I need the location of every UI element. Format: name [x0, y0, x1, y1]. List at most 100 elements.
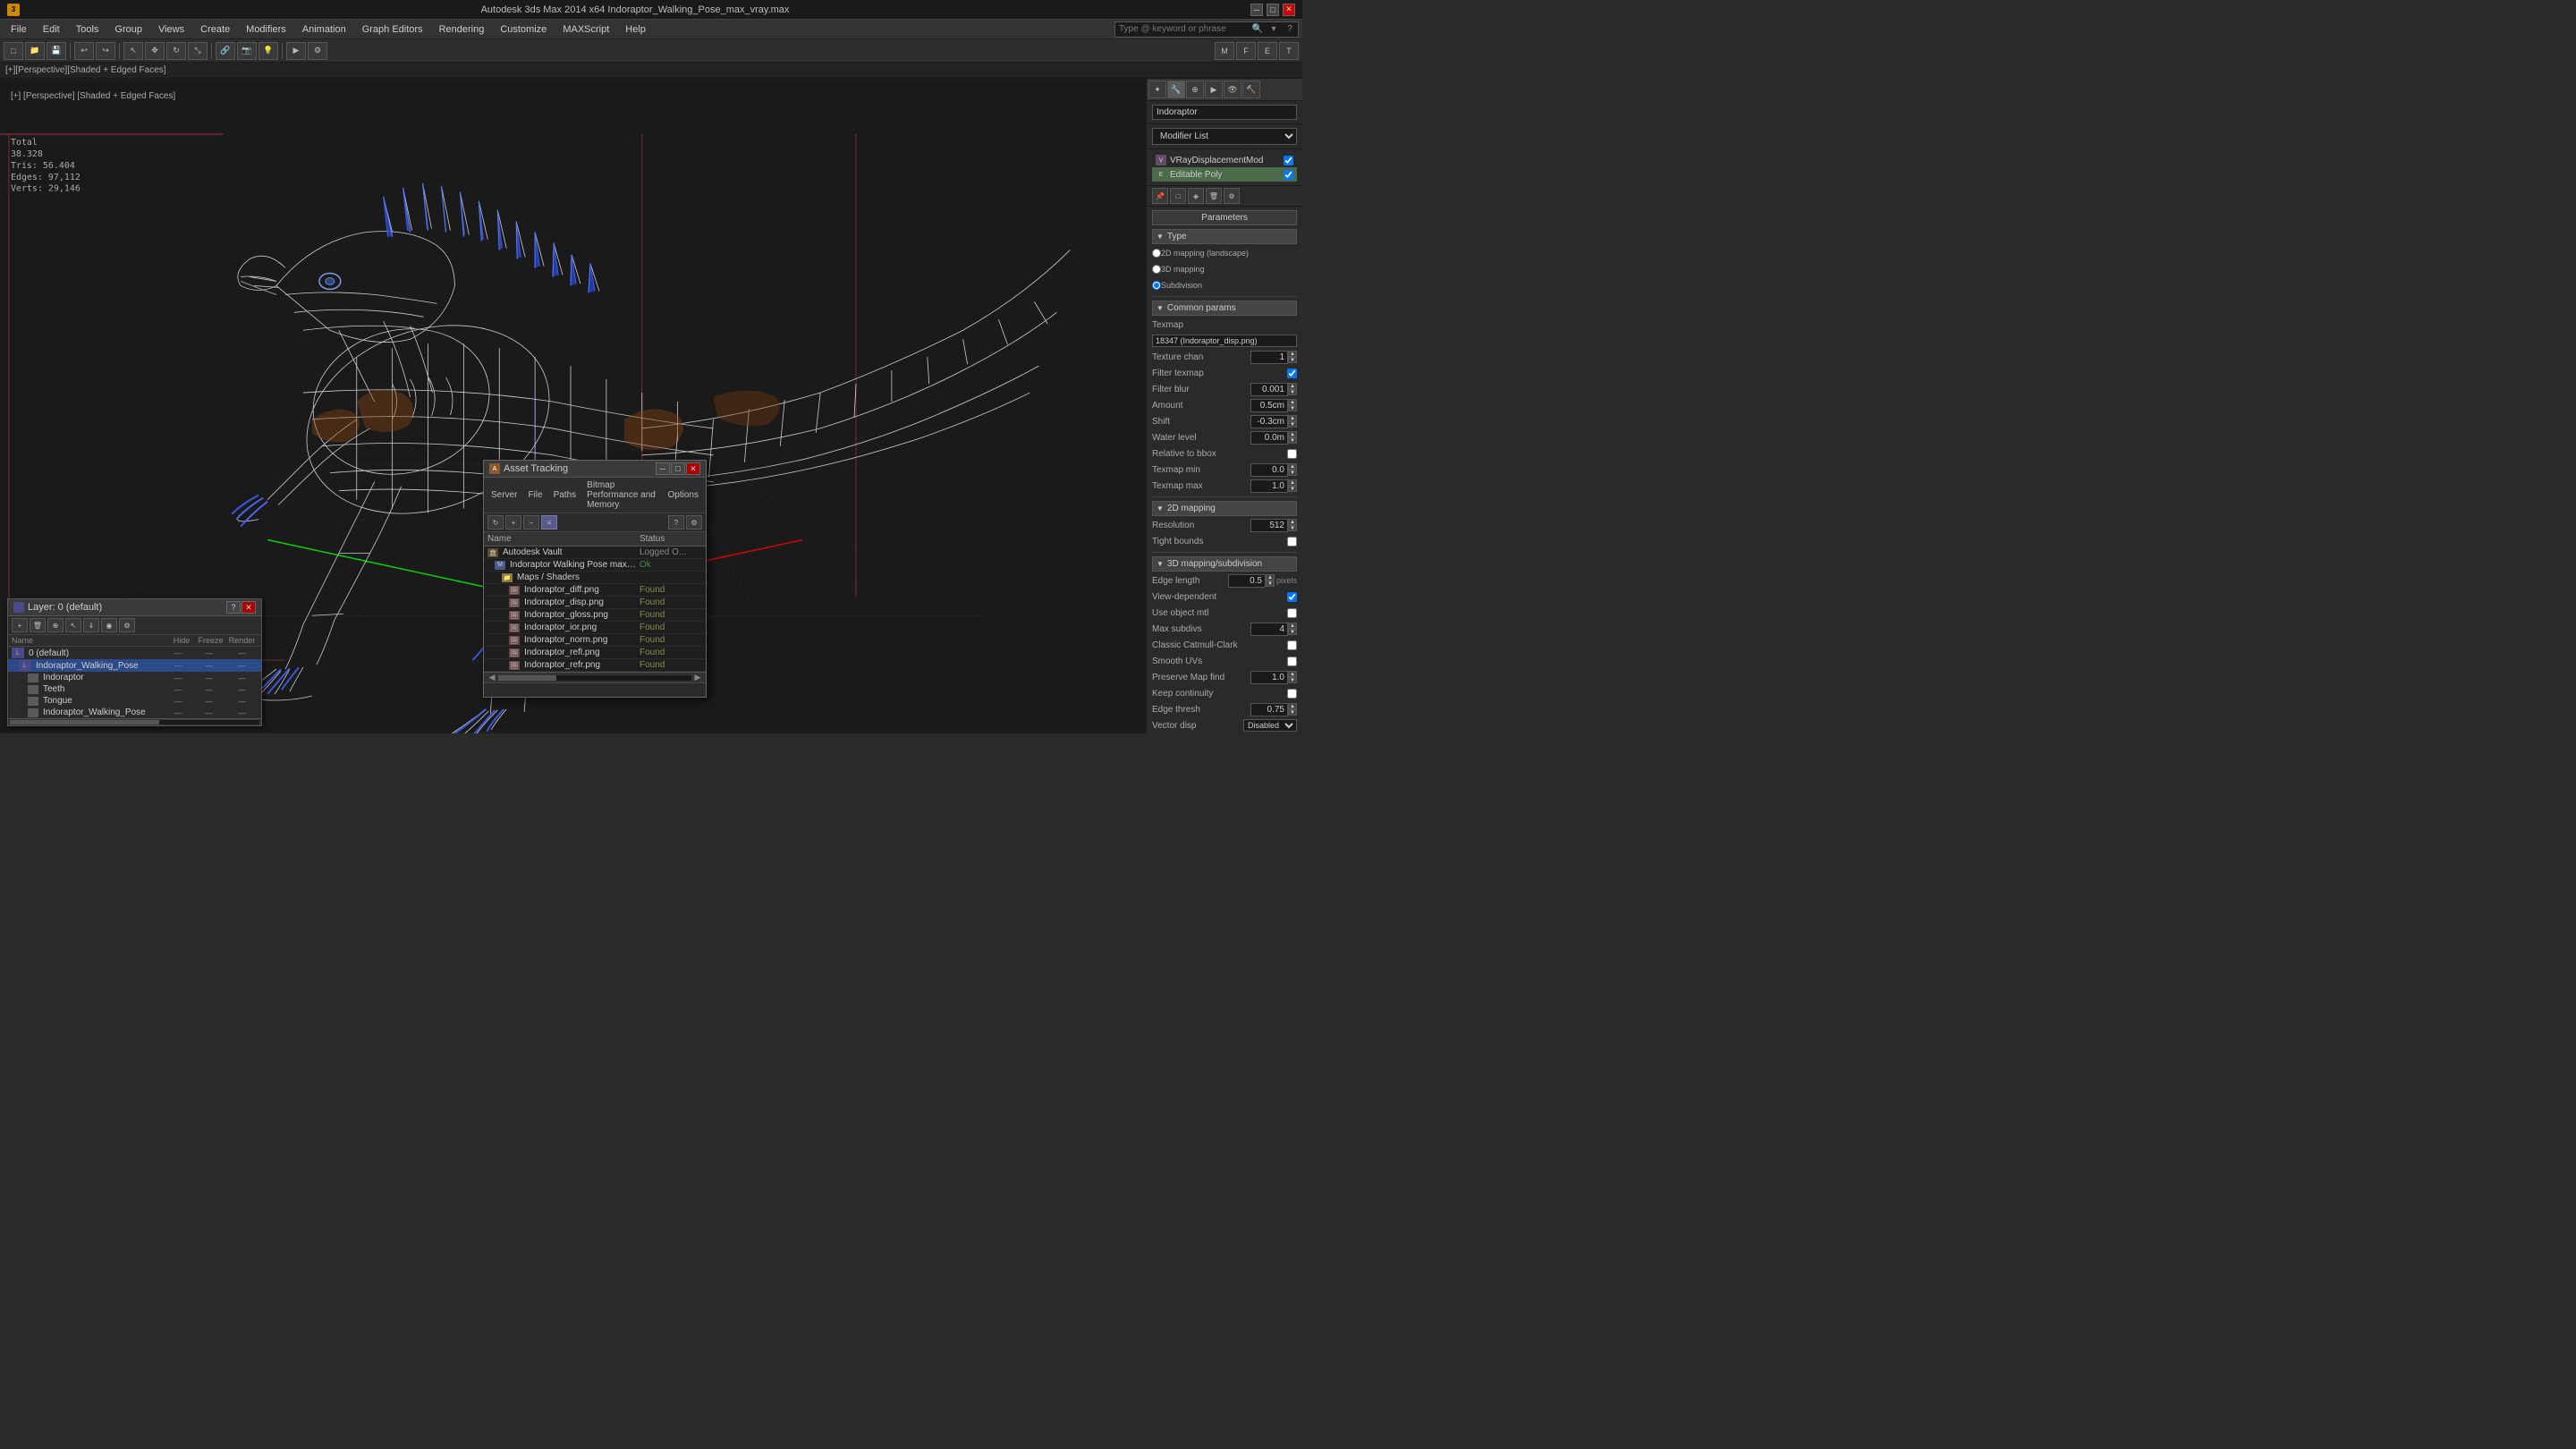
water-level-input[interactable]: [1250, 431, 1288, 445]
current-layer-btn[interactable]: ◉: [101, 618, 117, 632]
menu-edit[interactable]: Edit: [36, 22, 67, 37]
menu-help[interactable]: Help: [618, 22, 653, 37]
keep-continuity-checkbox[interactable]: [1287, 689, 1297, 699]
resolution-down[interactable]: ▼: [1288, 525, 1297, 531]
texmap-min-down[interactable]: ▼: [1288, 470, 1297, 476]
menu-tools[interactable]: Tools: [69, 22, 106, 37]
vray-mod-checkbox[interactable]: [1284, 156, 1293, 165]
type-3d-radio[interactable]: [1152, 265, 1161, 274]
asset-remove-btn[interactable]: −: [523, 515, 539, 530]
modifier-list-dropdown[interactable]: Modifier List: [1152, 128, 1297, 145]
relative-bbox-checkbox[interactable]: [1287, 449, 1297, 459]
filter-blur-down[interactable]: ▼: [1288, 389, 1297, 395]
edge-thresh-down[interactable]: ▼: [1288, 709, 1297, 716]
layer-row-tongue[interactable]: Tongue — — —: [8, 695, 261, 707]
properties-btn[interactable]: ⚙: [119, 618, 135, 632]
water-level-down[interactable]: ▼: [1288, 437, 1297, 444]
layer-row-walking-obj[interactable]: Indoraptor_Walking_Pose — — —: [8, 707, 261, 718]
asset-help-btn[interactable]: ?: [668, 515, 684, 530]
menu-graph-editors[interactable]: Graph Editors: [355, 22, 430, 37]
scale-btn[interactable]: ⤡: [188, 42, 208, 60]
add-selection-btn[interactable]: ⊕: [47, 618, 64, 632]
filter-blur-input[interactable]: [1250, 383, 1288, 396]
max-subdivs-up[interactable]: ▲: [1288, 623, 1297, 629]
asset-row-refr[interactable]: 🖼 Indoraptor_refr.png Found: [484, 659, 706, 672]
vector-disp-select[interactable]: Disabled: [1243, 719, 1297, 732]
use-object-mtl-checkbox[interactable]: [1287, 608, 1297, 618]
layer-row-indoraptor[interactable]: Indoraptor — — —: [8, 672, 261, 683]
filter-blur-up[interactable]: ▲: [1288, 383, 1297, 389]
material-editor-btn[interactable]: M: [1215, 42, 1234, 60]
minimize-button[interactable]: ─: [1250, 4, 1263, 16]
filter-texmap-checkbox[interactable]: [1287, 369, 1297, 378]
asset-scrollbar[interactable]: ◀ ▶: [484, 672, 706, 682]
asset-menu-paths[interactable]: Paths: [550, 489, 580, 501]
move-btn[interactable]: ✥: [145, 42, 165, 60]
redo-btn[interactable]: ↪: [96, 42, 115, 60]
texmap-min-up[interactable]: ▲: [1288, 463, 1297, 470]
select-btn[interactable]: ↖: [123, 42, 143, 60]
texture-chan-input[interactable]: [1250, 351, 1288, 364]
type-group-header[interactable]: ▼ Type: [1152, 229, 1297, 244]
type-subdivision-radio[interactable]: [1152, 281, 1161, 290]
asset-row-main-file[interactable]: M Indoraptor Walking Pose max vray.max O…: [484, 559, 706, 572]
asset-row-gloss[interactable]: 🖼 Indoraptor_gloss.png Found: [484, 609, 706, 622]
asset-scroll-right[interactable]: ▶: [691, 673, 704, 682]
environment-btn[interactable]: E: [1258, 42, 1277, 60]
menu-views[interactable]: Views: [151, 22, 191, 37]
max-subdivs-down[interactable]: ▼: [1288, 629, 1297, 635]
amount-down[interactable]: ▼: [1288, 405, 1297, 411]
delete-layer-btn[interactable]: 🗑: [30, 618, 46, 632]
modify-panel-btn[interactable]: 🔧: [1167, 80, 1185, 98]
resolution-up[interactable]: ▲: [1288, 519, 1297, 525]
create-panel-btn[interactable]: ✦: [1148, 80, 1166, 98]
shift-up[interactable]: ▲: [1288, 415, 1297, 421]
undo-btn[interactable]: ↩: [74, 42, 94, 60]
asset-row-vault[interactable]: 🏛 Autodesk Vault Logged O...: [484, 547, 706, 559]
edge-length-down[interactable]: ▼: [1266, 580, 1275, 587]
utilities-panel-btn[interactable]: 🔨: [1242, 80, 1260, 98]
smooth-uvs-checkbox[interactable]: [1287, 657, 1297, 666]
layers-close-btn[interactable]: ✕: [242, 601, 256, 614]
layer-row-0[interactable]: L 0 (default) — — —: [8, 647, 261, 659]
open-btn[interactable]: 📁: [25, 42, 45, 60]
show-result-btn[interactable]: □: [1170, 188, 1186, 204]
asset-scroll-left[interactable]: ◀: [486, 673, 498, 682]
texmap-max-down[interactable]: ▼: [1288, 486, 1297, 492]
config-modifier-btn[interactable]: ⚙: [1224, 188, 1240, 204]
resolution-input[interactable]: [1250, 519, 1288, 532]
asset-menu-server[interactable]: Server: [487, 489, 521, 501]
display-panel-btn[interactable]: 👁: [1224, 80, 1241, 98]
menu-maxscript[interactable]: MAXScript: [555, 22, 616, 37]
edge-length-input[interactable]: [1228, 574, 1266, 588]
asset-row-ior[interactable]: 🖼 Indoraptor_ior.png Found: [484, 622, 706, 634]
modifier-item-editable-poly[interactable]: E Editable Poly: [1152, 167, 1297, 182]
rotate-btn[interactable]: ↻: [166, 42, 186, 60]
pin-stack-btn[interactable]: 📌: [1152, 188, 1168, 204]
3d-mapping-header[interactable]: ▼ 3D mapping/subdivision: [1152, 556, 1297, 572]
shift-input[interactable]: [1250, 415, 1288, 428]
menu-rendering[interactable]: Rendering: [432, 22, 492, 37]
tight-bounds-checkbox[interactable]: [1287, 537, 1297, 547]
editable-poly-checkbox[interactable]: [1284, 170, 1293, 180]
close-button[interactable]: ✕: [1283, 4, 1295, 16]
menu-file[interactable]: File: [4, 22, 34, 37]
view-dependent-checkbox[interactable]: [1287, 592, 1297, 602]
light-btn[interactable]: 💡: [258, 42, 278, 60]
max-subdivs-input[interactable]: [1250, 623, 1288, 636]
maximize-button[interactable]: □: [1267, 4, 1279, 16]
preserve-map-input[interactable]: [1250, 671, 1288, 684]
asset-menu-file[interactable]: File: [524, 489, 546, 501]
render-setup-btn[interactable]: ⚙: [308, 42, 327, 60]
search-options-icon[interactable]: ▾: [1266, 21, 1282, 38]
preserve-map-down[interactable]: ▼: [1288, 677, 1297, 683]
asset-refresh-btn[interactable]: ↻: [487, 515, 504, 530]
save-btn[interactable]: 💾: [47, 42, 66, 60]
menu-group[interactable]: Group: [107, 22, 149, 37]
texture-chan-up[interactable]: ▲: [1288, 351, 1297, 357]
search-input[interactable]: [1115, 24, 1250, 34]
asset-settings-btn[interactable]: ⚙: [686, 515, 702, 530]
layers-scrollbar[interactable]: [8, 718, 261, 725]
track-view-btn[interactable]: T: [1279, 42, 1299, 60]
asset-row-norm[interactable]: 🖼 Indoraptor_norm.png Found: [484, 634, 706, 647]
